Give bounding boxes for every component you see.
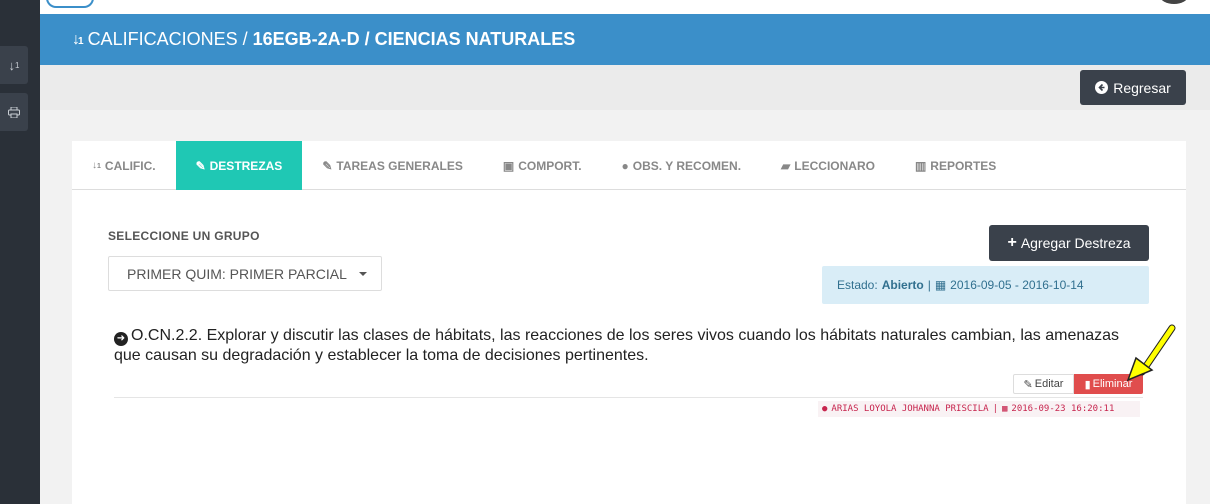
arrow-circle-left-icon: [1095, 81, 1109, 94]
status-range: 2016-09-05 - 2016-10-14: [950, 278, 1084, 292]
tab-label: REPORTES: [930, 158, 997, 173]
status-separator: |: [927, 278, 931, 292]
print-icon: [8, 106, 20, 118]
tab-reportes[interactable]: ▥ REPORTES: [895, 141, 1016, 190]
tab-label: OBS. Y RECOMEN.: [632, 158, 742, 173]
main-panel: [72, 141, 1186, 504]
edit-icon: ✎: [195, 158, 206, 173]
sort-numeric-icon: ↓1: [92, 160, 101, 171]
tab-label: LECCIONARO: [794, 158, 875, 173]
plus-icon: +: [1007, 234, 1017, 251]
tab-leccionaro[interactable]: ▰ LECCIONARO: [761, 141, 895, 190]
print-icon-button[interactable]: [0, 93, 28, 131]
edit-icon: ✎: [322, 158, 333, 173]
tab-label: COMPORT.: [518, 158, 582, 173]
group-select-value: PRIMER QUIM: PRIMER PARCIAL: [127, 265, 347, 282]
tab-bar: ↓1 CALIFIC. ✎ DESTREZAS ✎ TAREAS GENERAL…: [72, 141, 1186, 190]
top-navbar: [40, 0, 1210, 14]
edit-button[interactable]: ✎ Editar: [1013, 374, 1074, 394]
tab-destrezas[interactable]: ✎ DESTREZAS: [175, 141, 303, 190]
group-label: SELECCIONE UN GRUPO: [108, 229, 260, 243]
page-header: ↓1 CALIFICACIONES / 16EGB-2A-D / CIENCIA…: [40, 14, 1210, 65]
logo: [46, 0, 94, 8]
tab-label: DESTREZAS: [209, 158, 283, 173]
calendar-icon: ▦: [1001, 404, 1008, 414]
annotation-arrow-icon: [1126, 324, 1176, 382]
trash-icon: ▮: [1084, 378, 1091, 391]
author-name: ARIAS LOYOLA JOHANNA PRISCILA: [831, 404, 989, 414]
bar-chart-icon: ▥: [914, 158, 927, 173]
add-destreza-label: Agregar Destreza: [1020, 235, 1131, 251]
back-button-label: Regresar: [1113, 79, 1171, 96]
toolbar: [40, 65, 1210, 110]
book-icon: ▰: [781, 158, 791, 173]
avatar[interactable]: [1160, 0, 1188, 4]
sort-numeric-icon: ↓1: [72, 30, 83, 48]
tab-tareas-generales[interactable]: ✎ TAREAS GENERALES: [302, 141, 483, 190]
add-destreza-button[interactable]: + Agregar Destreza: [989, 225, 1149, 261]
meta-separator: |: [992, 404, 998, 414]
destreza-item: ➜ O.CN.2.2. Explorar y discutir las clase…: [114, 326, 1134, 366]
group-select[interactable]: PRIMER QUIM: PRIMER PARCIAL: [108, 256, 382, 291]
comments-icon: ●: [621, 158, 629, 173]
caret-down-icon: [358, 271, 367, 276]
status-value: Abierto: [881, 278, 924, 292]
tab-label: TAREAS GENERALES: [336, 158, 463, 173]
edit-icon: ✎: [1023, 378, 1033, 391]
calendar-icon: ▦: [934, 278, 947, 292]
header-title-prefix: CALIFICACIONES /: [87, 29, 253, 49]
arrow-circle-right-icon: ➜: [114, 332, 128, 346]
tab-label: CALIFIC.: [104, 158, 156, 173]
tab-comport[interactable]: ▣ COMPORT.: [483, 141, 602, 190]
edit-label: Editar: [1034, 378, 1064, 390]
sort-icon-button[interactable]: ↓ 1: [0, 46, 28, 84]
tab-calific[interactable]: ↓1 CALIFIC.: [72, 141, 176, 190]
header-title-bold: 16EGB-2A-D / CIENCIAS NATURALES: [252, 29, 576, 49]
user-icon: ●: [822, 404, 828, 414]
destreza-text: O.CN.2.2. Explorar y discutir las clases…: [114, 327, 1120, 364]
author-meta: ● ARIAS LOYOLA JOHANNA PRISCILA | ▦ 2016…: [818, 401, 1140, 417]
status-box: Estado: Abierto | ▦ 2016-09-05 - 2016-10…: [822, 266, 1149, 304]
tab-obs-recomen[interactable]: ● OBS. Y RECOMEN.: [602, 141, 762, 190]
status-prefix: Estado:: [837, 278, 878, 292]
comment-icon: ▣: [502, 158, 515, 173]
author-date: 2016-09-23 16:20:11: [1011, 404, 1115, 414]
divider: [114, 397, 1143, 398]
back-button[interactable]: Regresar: [1080, 70, 1186, 105]
